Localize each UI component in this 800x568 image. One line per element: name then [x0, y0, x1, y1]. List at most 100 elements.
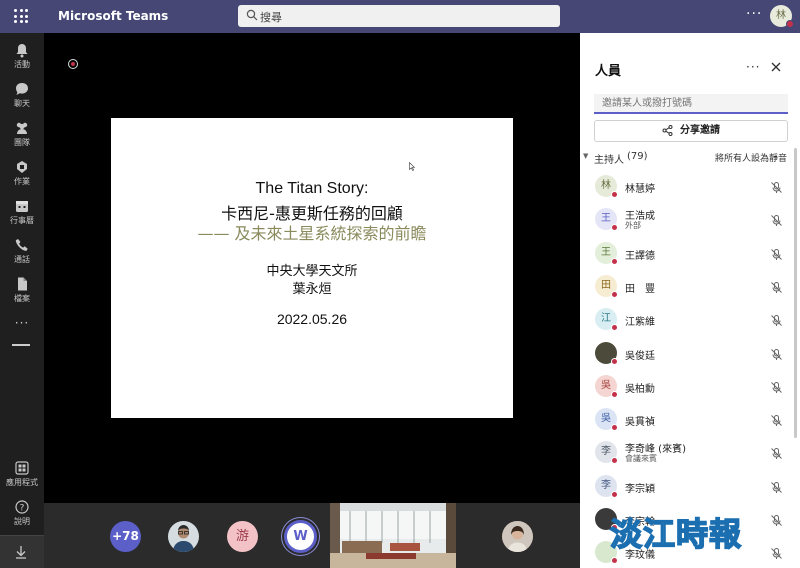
participant-name: 吳貫禎	[625, 417, 655, 429]
participant-avatar	[595, 341, 618, 365]
rail-label: 通話	[14, 255, 30, 264]
mic-off-icon	[770, 512, 783, 526]
participant-row[interactable]: 吳 吳貫禎	[580, 405, 792, 438]
more-options-button[interactable]: ···	[746, 6, 762, 24]
shared-slide: The Titan Story: 卡西尼-惠更斯任務的回顧 —— 及未來土星系統…	[111, 118, 513, 418]
search-placeholder: 搜尋	[260, 11, 282, 24]
participant-name: 江紫維	[625, 317, 655, 329]
mic-off-icon	[770, 379, 783, 393]
title-bar: Microsoft Teams 搜尋 ··· 林	[0, 0, 800, 33]
person-photo-icon	[502, 521, 533, 552]
hosts-section-header[interactable]: ▼ 主持人 (79) 將所有人設為靜音	[583, 151, 793, 166]
app-launcher-icon[interactable]	[14, 9, 28, 23]
share-invite-button[interactable]: 分享邀請	[594, 120, 788, 142]
apps-icon	[15, 461, 29, 475]
bell-icon	[16, 44, 28, 58]
rail-divider	[12, 344, 30, 346]
svg-text:?: ?	[20, 504, 25, 514]
calendar-icon	[16, 201, 28, 212]
mic-off-icon	[770, 412, 783, 427]
share-invite-label: 分享邀請	[680, 125, 720, 136]
participant-row[interactable]: 王王浩成 外部	[580, 205, 792, 238]
rail-item-files[interactable]: 檔案	[0, 273, 44, 309]
invite-input[interactable]	[594, 94, 788, 114]
search-box[interactable]: 搜尋	[238, 5, 560, 27]
participant-initial: 李	[601, 479, 611, 491]
participant-avatar: 江	[595, 308, 618, 332]
participant-avatar: 李	[595, 441, 618, 465]
rail-label: 行事曆	[10, 216, 34, 225]
mic-off-icon	[770, 212, 783, 227]
slide-speaker: 葉永烜	[292, 282, 332, 297]
participant-role: 會議來賓	[625, 454, 657, 464]
participant-photo[interactable]	[168, 521, 199, 552]
participant-initial: 李	[601, 446, 611, 458]
slide-subtitle: —— 及未來土星系統探索的前瞻	[197, 224, 427, 243]
panel-scrollbar[interactable]	[794, 148, 797, 438]
mouse-cursor-icon	[409, 162, 415, 171]
chevron-down-icon: ▼	[583, 152, 589, 160]
mic-off-icon	[770, 312, 783, 327]
rail-item-chat[interactable]: 聊天	[0, 78, 44, 114]
rail-item-assignments[interactable]: 作業	[0, 156, 44, 192]
presence-busy-icon	[611, 324, 618, 332]
room-video-icon	[330, 503, 456, 568]
mic-off-icon	[770, 346, 783, 360]
rail-label: 團隊	[14, 138, 30, 147]
participant-photo[interactable]	[502, 521, 533, 552]
participant-initial: 林	[601, 180, 611, 191]
participant-row[interactable]: 林 林慧婷	[580, 172, 792, 205]
app-rail: 活動 聊天 團隊 作業 行事曆 通話 檔案 ··· 應用程式 ? 說明	[0, 33, 44, 568]
participant-row[interactable]: 王 王譯德	[580, 239, 792, 272]
rail-item-calendar[interactable]: 行事曆	[0, 195, 44, 231]
participant-initial: 王	[601, 213, 611, 225]
panel-more-button[interactable]: ···	[746, 60, 760, 74]
teams-icon	[16, 122, 28, 134]
participant-avatar: 林	[595, 175, 618, 198]
participant-name: 吳柏勳	[625, 383, 655, 395]
mute-all-button[interactable]: 將所有人設為靜音	[715, 151, 787, 164]
presence-busy-icon	[611, 357, 618, 365]
participant-row[interactable]: 吳俊廷	[580, 339, 792, 372]
rail-item-help[interactable]: ? 說明	[0, 496, 44, 532]
participant-avatar: 吳	[595, 408, 618, 432]
app-title: Microsoft Teams	[58, 9, 169, 23]
rail-more-apps[interactable]: ···	[0, 316, 44, 330]
people-panel: 人員 ··· 分享邀請 ▼ 主持人 (79) 將所有人設為靜音 林 林慧婷王王浩成…	[580, 33, 800, 568]
participant-row[interactable]: 田田 豐	[580, 272, 792, 305]
download-button[interactable]	[0, 535, 44, 568]
rail-item-apps[interactable]: 應用程式	[0, 457, 44, 493]
presence-busy-icon	[611, 257, 618, 265]
mic-off-icon	[770, 246, 783, 260]
participant-row[interactable]: 江 江紫維	[580, 305, 792, 338]
participant-name: 林慧婷	[625, 184, 655, 195]
participant-avatar: 吳	[595, 374, 618, 398]
close-icon[interactable]	[770, 61, 782, 73]
share-icon	[662, 124, 673, 136]
hosts-count: (79)	[627, 151, 648, 162]
watermark-logo: 淡江時報	[609, 514, 743, 554]
presence-busy-icon	[611, 390, 618, 398]
presence-busy-icon	[611, 424, 618, 432]
participant-video[interactable]	[330, 503, 456, 568]
rail-item-calls[interactable]: 通話	[0, 234, 44, 270]
rail-item-activity[interactable]: 活動	[0, 39, 44, 75]
participant-avatar: 王	[595, 208, 618, 232]
user-avatar-initial: 林	[776, 10, 786, 21]
help-icon: ?	[15, 500, 29, 514]
user-avatar[interactable]: 林	[770, 5, 794, 28]
participant-row[interactable]: 吳 吳柏勳	[580, 372, 792, 405]
overflow-participants-button[interactable]: +78	[110, 521, 141, 552]
participant-row[interactable]: 李 李宗穎	[580, 472, 792, 505]
rail-label: 說明	[14, 517, 30, 526]
participant-avatar[interactable]: 游	[227, 521, 258, 552]
participant-initial: 江	[601, 313, 611, 325]
presence-busy-icon	[611, 191, 618, 198]
active-speaker-avatar[interactable]: W	[284, 520, 317, 553]
participant-initial: 吳	[601, 413, 611, 425]
rail-item-teams[interactable]: 團隊	[0, 117, 44, 153]
participant-name: 李宗穎	[625, 483, 655, 495]
person-photo-icon	[168, 521, 199, 552]
participant-row[interactable]: 李李奇峰 (來賓) 會議來賓	[580, 438, 792, 471]
participant-initial: 田	[601, 279, 611, 291]
